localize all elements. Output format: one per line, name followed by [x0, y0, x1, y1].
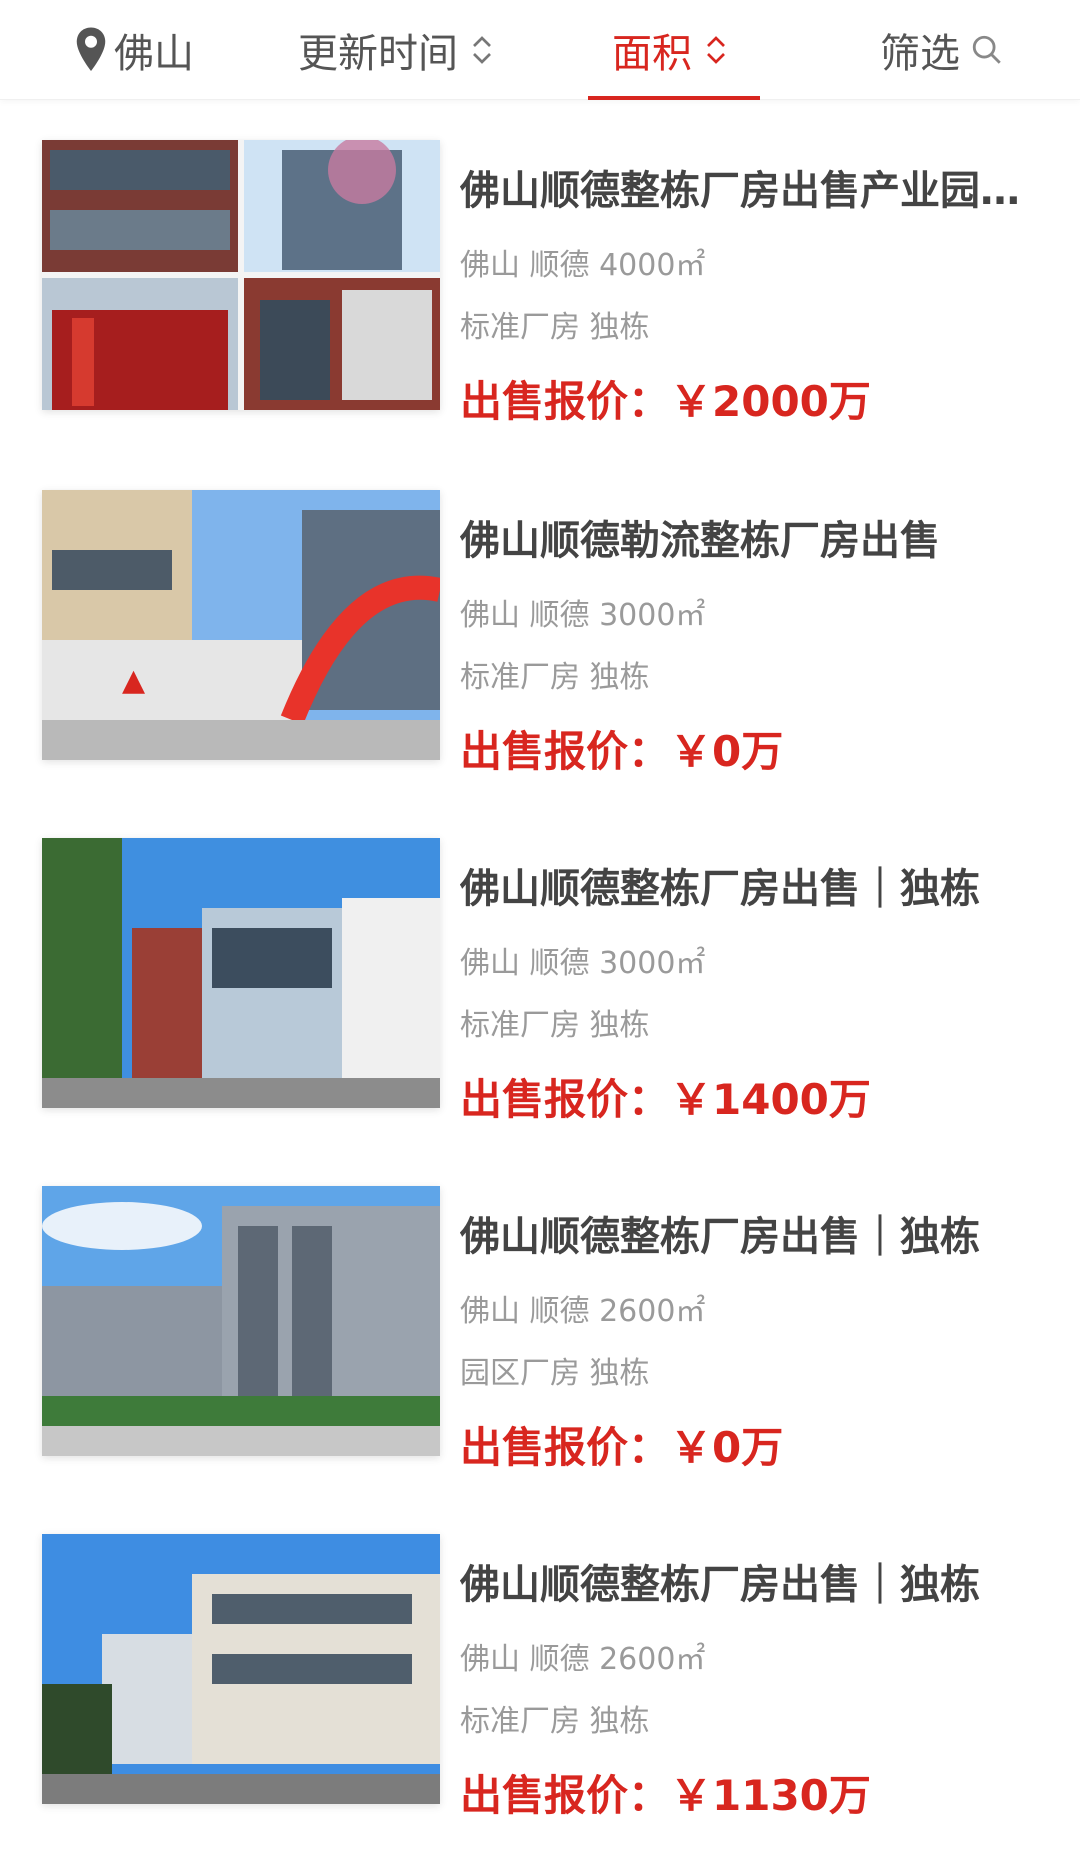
- listing-price: 出售报价：￥1130万: [460, 1762, 871, 1823]
- sort-area[interactable]: 面积: [612, 0, 730, 100]
- listing-card[interactable]: 佛山顺德整栋厂房出售｜独栋 佛山 顺德 2600㎡ 标准厂房 独栋 出售报价：￥…: [0, 1534, 1080, 1820]
- price-value: ￥0万: [670, 1423, 784, 1472]
- listing-title: 佛山顺德整栋厂房出售｜独栋: [460, 866, 980, 912]
- listing-tags: 标准厂房 独栋: [460, 660, 650, 695]
- filter-bar: 佛山 更新时间 面积 筛选: [0, 0, 1080, 100]
- listing-photo[interactable]: [42, 140, 440, 410]
- filter-label: 筛选: [880, 31, 960, 77]
- price-value: ￥0万: [670, 727, 784, 776]
- listing-photo[interactable]: [42, 1534, 440, 1804]
- price-label: 出售报价：: [460, 377, 671, 426]
- listing-location: 佛山 顺德 3000㎡: [460, 598, 706, 633]
- listing-card[interactable]: 佛山顺德整栋厂房出售｜独栋 佛山 顺德 2600㎡ 园区厂房 独栋 出售报价：￥…: [0, 1186, 1080, 1472]
- listing-price: 出售报价：￥2000万: [460, 368, 871, 429]
- listing-tags: 园区厂房 独栋: [460, 1356, 650, 1391]
- search-icon: [972, 35, 1001, 64]
- location-pin-icon: [76, 27, 106, 71]
- factory-building-photo: [42, 140, 440, 410]
- price-label: 出售报价：: [460, 1075, 671, 1124]
- listing-title: 佛山顺德整栋厂房出售｜独栋: [460, 1562, 980, 1608]
- sort-update-time[interactable]: 更新时间: [298, 0, 496, 100]
- price-label: 出售报价：: [460, 727, 671, 776]
- listing-location: 佛山 顺德 4000㎡: [460, 248, 706, 283]
- sort-arrows-icon: [473, 36, 491, 64]
- industrial-park-photo: [42, 1186, 440, 1456]
- listing-tags: 标准厂房 独栋: [460, 310, 650, 345]
- price-value: ￥1130万: [670, 1771, 871, 1820]
- sort-update-label: 更新时间: [298, 31, 458, 77]
- listing-price: 出售报价：￥0万: [460, 1414, 783, 1475]
- price-label: 出售报价：: [460, 1423, 671, 1472]
- svg-text:▲: ▲: [122, 663, 145, 698]
- city-selector[interactable]: 佛山: [72, 0, 194, 100]
- sort-arrows-icon: [707, 36, 725, 64]
- listing-tags: 标准厂房 独栋: [460, 1704, 650, 1739]
- listing-card[interactable]: ▲ 佛山顺德勒流整栋厂房出售 佛山 顺德 3000㎡ 标准厂房 独栋 出售报价：…: [0, 490, 1080, 776]
- factory-entrance-photo: ▲: [42, 490, 440, 760]
- price-value: ￥2000万: [670, 377, 871, 426]
- listing-location: 佛山 顺德 2600㎡: [460, 1294, 706, 1329]
- price-value: ￥1400万: [670, 1075, 871, 1124]
- price-label: 出售报价：: [460, 1771, 671, 1820]
- listing-photo[interactable]: [42, 838, 440, 1108]
- listing-title: 佛山顺德整栋厂房出售产业园独栋: [460, 168, 1020, 214]
- factory-building-photo: [42, 838, 440, 1108]
- active-tab-indicator: [588, 96, 760, 100]
- listing-price: 出售报价：￥0万: [460, 718, 783, 779]
- listing-title: 佛山顺德整栋厂房出售｜独栋: [460, 1214, 980, 1260]
- listing-price: 出售报价：￥1400万: [460, 1066, 871, 1127]
- filter-button[interactable]: 筛选: [880, 0, 1004, 100]
- listing-photo[interactable]: ▲: [42, 490, 440, 760]
- listing-card[interactable]: 佛山顺德整栋厂房出售产业园独栋 佛山 顺德 4000㎡ 标准厂房 独栋 出售报价…: [0, 140, 1080, 426]
- sort-area-label: 面积: [612, 31, 692, 77]
- listing-location: 佛山 顺德 2600㎡: [460, 1642, 706, 1677]
- listing-location: 佛山 顺德 3000㎡: [460, 946, 706, 981]
- listing-card[interactable]: 佛山顺德整栋厂房出售｜独栋 佛山 顺德 3000㎡ 标准厂房 独栋 出售报价：￥…: [0, 838, 1080, 1124]
- listing-title: 佛山顺德勒流整栋厂房出售: [460, 518, 940, 564]
- factory-building-photo: [42, 1534, 440, 1804]
- city-label: 佛山: [114, 31, 194, 77]
- listing-tags: 标准厂房 独栋: [460, 1008, 650, 1043]
- listing-photo[interactable]: [42, 1186, 440, 1456]
